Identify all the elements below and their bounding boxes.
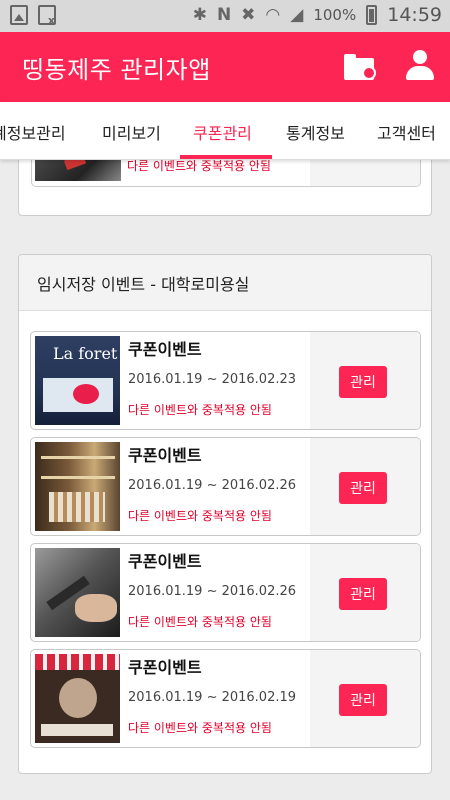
scroll-content[interactable]: 다른 이벤트와 중복적용 안됨 임시저장 이벤트 - 대학로미용실 La for…	[0, 160, 450, 800]
event-title: 쿠폰이벤트	[128, 658, 202, 677]
manage-button[interactable]: 관리	[339, 366, 387, 398]
event-note: 다른 이벤트와 중복적용 안됨	[127, 160, 271, 173]
manage-button[interactable]: 관리	[339, 578, 387, 610]
event-thumbnail	[35, 442, 120, 531]
event-thumbnail: La foret	[35, 336, 120, 425]
tab-bar: 계정보관리 미리보기 쿠폰관리 통계정보 고객센터	[0, 102, 450, 160]
image-notification-icon	[10, 5, 28, 25]
event-period: 2016.01.19 ~ 2016.02.23	[128, 372, 297, 387]
event-period: 2016.01.19 ~ 2016.02.26	[128, 584, 297, 599]
nfc-icon: N	[216, 5, 232, 25]
folder-history-button[interactable]	[344, 52, 378, 82]
manage-button[interactable]: 관리	[339, 472, 387, 504]
bluetooth-icon: ✱	[192, 5, 207, 25]
event-thumbnail	[35, 548, 120, 637]
event-note: 다른 이벤트와 중복적용 안됨	[128, 721, 272, 735]
previous-event-panel: 다른 이벤트와 중복적용 안됨	[18, 160, 432, 216]
wifi-icon: ◠	[265, 5, 281, 25]
manage-button[interactable]: 관리	[339, 684, 387, 716]
draft-events-panel: 임시저장 이벤트 - 대학로미용실 La foret 쿠폰이벤트 2016.01…	[18, 254, 432, 774]
battery-percent: 100%	[313, 6, 357, 24]
list-item[interactable]: 쿠폰이벤트 2016.01.19 ~ 2016.02.26 다른 이벤트와 중복…	[30, 543, 421, 642]
list-item[interactable]: 다른 이벤트와 중복적용 안됨	[31, 160, 421, 187]
thumbnail-logo: La foret	[53, 344, 118, 363]
mute-icon: ✖	[241, 5, 256, 25]
account-button[interactable]	[406, 50, 434, 82]
event-title: 쿠폰이벤트	[128, 446, 202, 465]
status-bar: ✱ N ✖ ◠ ◢ 100% 14:59	[0, 0, 450, 32]
event-title: 쿠폰이벤트	[128, 552, 202, 571]
active-tab-indicator	[180, 155, 272, 159]
event-note: 다른 이벤트와 중복적용 안됨	[128, 615, 272, 629]
event-thumbnail	[35, 160, 121, 181]
event-period: 2016.01.19 ~ 2016.02.26	[128, 478, 297, 493]
list-item[interactable]: 쿠폰이벤트 2016.01.19 ~ 2016.02.26 다른 이벤트와 중복…	[30, 437, 421, 536]
battery-icon	[366, 5, 378, 25]
event-thumbnail	[35, 654, 120, 743]
app-title: 띵동제주 관리자앱	[22, 56, 211, 84]
clock-badge-icon	[362, 66, 376, 80]
document-notification-icon	[38, 5, 56, 27]
tab-statistics[interactable]: 통계정보	[286, 120, 345, 144]
signal-icon: ◢	[290, 5, 304, 25]
event-note: 다른 이벤트와 중복적용 안됨	[128, 403, 272, 417]
tab-account-info[interactable]: 계정보관리	[0, 120, 66, 144]
event-note: 다른 이벤트와 중복적용 안됨	[128, 509, 272, 523]
tab-coupon-management[interactable]: 쿠폰관리	[193, 120, 252, 144]
user-icon	[413, 50, 427, 64]
event-period: 2016.01.19 ~ 2016.02.19	[128, 690, 297, 705]
list-item[interactable]: 쿠폰이벤트 2016.01.19 ~ 2016.02.19 다른 이벤트와 중복…	[30, 649, 421, 748]
tab-customer-center[interactable]: 고객센터	[377, 120, 436, 144]
clock: 14:59	[387, 4, 442, 26]
tab-preview[interactable]: 미리보기	[102, 120, 161, 144]
panel-title: 임시저장 이벤트 - 대학로미용실	[19, 255, 431, 311]
app-bar: 띵동제주 관리자앱	[0, 32, 450, 102]
event-title: 쿠폰이벤트	[128, 340, 202, 359]
list-item[interactable]: La foret 쿠폰이벤트 2016.01.19 ~ 2016.02.23 다…	[30, 331, 421, 430]
